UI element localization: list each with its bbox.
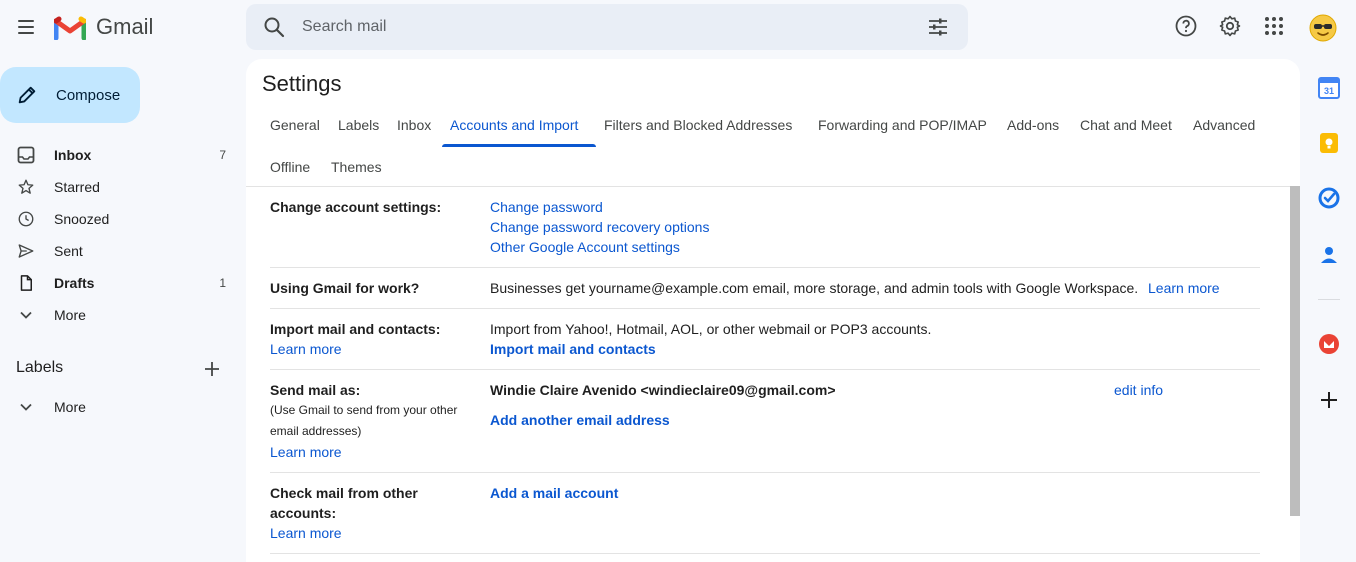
inbox-icon	[16, 145, 36, 165]
pencil-icon	[18, 86, 36, 104]
tab-addons[interactable]: Add-ons	[1007, 117, 1059, 147]
labels-more[interactable]: More	[16, 391, 226, 423]
menu-icon-bar	[18, 32, 34, 34]
nav-item-snoozed[interactable]: Snoozed	[16, 203, 226, 235]
workspace-learn-more-link[interactable]: Learn more	[1148, 278, 1220, 298]
workspace-description: Businesses get yourname@example.com emai…	[490, 280, 1139, 296]
tab-labels[interactable]: Labels	[338, 117, 379, 147]
send-as-learn-more-link[interactable]: Learn more	[270, 442, 342, 462]
tab-themes[interactable]: Themes	[331, 159, 382, 189]
search-icon[interactable]	[262, 15, 286, 39]
search-options-icon[interactable]	[926, 15, 950, 39]
compose-button[interactable]: Compose	[0, 67, 140, 123]
change-password-link[interactable]: Change password	[490, 197, 603, 217]
chevron-down-icon	[16, 305, 36, 325]
nav-item-sent[interactable]: Sent	[16, 235, 226, 267]
draft-file-icon	[16, 273, 36, 293]
tab-general[interactable]: General	[270, 117, 320, 147]
divider	[270, 308, 1260, 309]
account-avatar[interactable]	[1309, 14, 1337, 42]
nav-item-label: More	[54, 307, 86, 323]
active-tab-indicator	[442, 144, 596, 147]
menu-icon-bar	[18, 26, 34, 28]
tasks-icon[interactable]	[1317, 186, 1341, 210]
labels-more-label: More	[54, 399, 86, 415]
import-description: Import from Yahoo!, Hotmail, AOL, or oth…	[490, 321, 932, 337]
nav-item-drafts[interactable]: Drafts 1	[16, 267, 226, 299]
import-mail-label: Import mail and contacts:	[270, 321, 441, 337]
clock-icon	[16, 209, 36, 229]
nav-item-label: Snoozed	[54, 211, 110, 227]
draft-count: 1	[219, 276, 226, 290]
star-icon	[16, 177, 36, 197]
scrollbar-thumb[interactable]	[1290, 186, 1300, 516]
change-recovery-link[interactable]: Change password recovery options	[490, 217, 709, 237]
tab-chat-and-meet[interactable]: Chat and Meet	[1080, 117, 1172, 147]
send-mail-as-hint: email addresses)	[270, 424, 362, 438]
main-menu-button[interactable]	[12, 13, 40, 41]
chevron-down-icon	[16, 397, 36, 417]
divider	[270, 369, 1260, 370]
google-account-settings-link[interactable]: Other Google Account settings	[490, 237, 680, 257]
nav-item-starred[interactable]: Starred	[16, 171, 226, 203]
tab-forwarding[interactable]: Forwarding and POP/IMAP	[818, 117, 987, 147]
keep-icon[interactable]	[1317, 131, 1341, 155]
divider	[246, 186, 1300, 187]
search-input[interactable]	[302, 14, 902, 40]
divider	[1318, 299, 1340, 300]
edit-info-link[interactable]: edit info	[1114, 380, 1163, 400]
import-mail-button[interactable]: Import mail and contacts	[490, 339, 656, 359]
import-learn-more-link[interactable]: Learn more	[270, 339, 342, 359]
change-account-label: Change account settings:	[270, 199, 442, 215]
divider	[270, 267, 1260, 268]
nav-item-label: Inbox	[54, 147, 92, 163]
apps-grid-icon[interactable]	[1262, 14, 1286, 38]
settings-gear-icon[interactable]	[1218, 14, 1242, 38]
svg-text:31: 31	[1324, 86, 1334, 96]
nav-item-label: Sent	[54, 243, 83, 259]
add-mail-account-button[interactable]: Add a mail account	[490, 483, 618, 503]
send-mail-as-hint: (Use Gmail to send from your other	[270, 403, 458, 417]
send-mail-as-label: Send mail as:	[270, 382, 361, 398]
divider	[270, 472, 1260, 473]
tab-filters[interactable]: Filters and Blocked Addresses	[604, 117, 792, 147]
nav-item-more[interactable]: More	[16, 299, 226, 331]
contacts-icon[interactable]	[1317, 243, 1341, 267]
compose-label: Compose	[56, 86, 121, 104]
tab-inbox[interactable]: Inbox	[397, 117, 431, 147]
sender-identity: Windie Claire Avenido <windieclaire09@gm…	[490, 382, 836, 398]
divider	[270, 553, 1260, 554]
unread-count: 7	[219, 148, 226, 162]
add-label-icon[interactable]	[202, 359, 222, 379]
send-icon	[16, 241, 36, 261]
calendar-icon[interactable]: 31	[1317, 76, 1341, 100]
nav-item-inbox[interactable]: Inbox 7	[16, 139, 226, 171]
menu-icon-bar	[18, 20, 34, 22]
tab-accounts-and-import[interactable]: Accounts and Import	[450, 117, 578, 147]
add-email-address-button[interactable]: Add another email address	[490, 410, 670, 430]
check-mail-label: Check mail from other	[270, 485, 418, 501]
get-addons-plus-icon[interactable]	[1317, 388, 1341, 412]
nav-item-label: Drafts	[54, 275, 95, 291]
tab-advanced[interactable]: Advanced	[1193, 117, 1255, 147]
nav-item-label: Starred	[54, 179, 100, 195]
gmail-logo-icon[interactable]	[54, 14, 86, 40]
check-mail-label: accounts:	[270, 505, 337, 521]
check-mail-learn-more-link[interactable]: Learn more	[270, 523, 342, 543]
brand-name: Gmail	[96, 14, 154, 39]
page-title: Settings	[262, 71, 342, 96]
tab-offline[interactable]: Offline	[270, 159, 310, 189]
gmail-for-work-label: Using Gmail for work?	[270, 280, 420, 296]
labels-heading: Labels	[16, 359, 64, 376]
help-icon[interactable]	[1174, 14, 1198, 38]
addon-icon[interactable]	[1317, 332, 1341, 356]
